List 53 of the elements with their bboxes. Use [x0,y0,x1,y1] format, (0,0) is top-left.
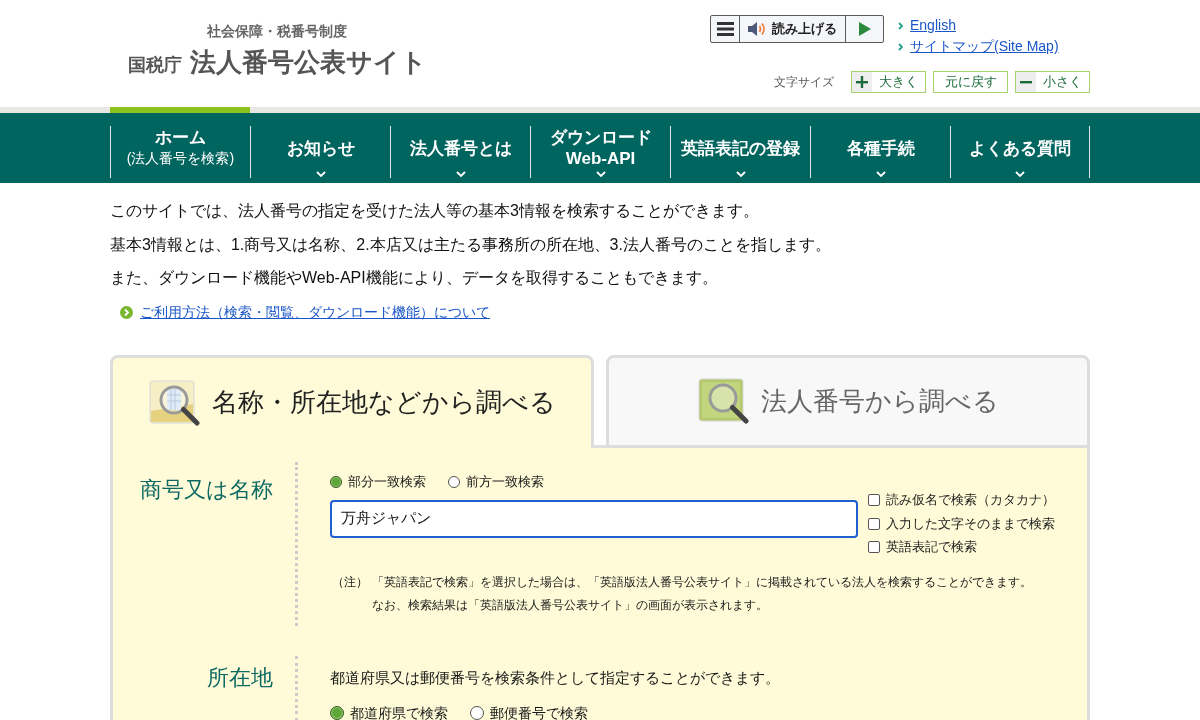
search-tab[interactable]: 名称・所在地などから調べる [110,354,594,448]
nav-link[interactable]: よくある質問 [950,126,1090,178]
chevron-right-icon [898,21,903,30]
font-size-button[interactable]: 大きく [851,71,926,93]
read-aloud-button[interactable]: 読み上げる [740,16,846,42]
chevron-right-icon [898,42,903,51]
menu-icon [716,22,734,36]
checkbox[interactable] [868,517,880,530]
field-label: 商号又は名称 [139,475,274,504]
checkbox-label[interactable]: 読み仮名で検索（カタカナ） [886,492,1055,509]
radio-label[interactable]: 部分一致検索 [348,473,426,490]
radio-button[interactable] [448,475,460,488]
intro-text: 基本3情報とは、1.商号又は名称、2.本店又は主たる事務所の所在地、3.法人番号のことを指します。 [110,234,832,255]
note-text: なお、検索結果は「英語版法人番号公表サイト」の画面が表示されます。 [372,597,769,614]
radio-button[interactable] [330,706,344,720]
radio-label[interactable]: 郵便番号で検索 [490,705,588,720]
tile-magnifier-icon [697,378,750,424]
intro-text: また、ダウンロード機能やWeb-API機能により、データを取得することもできます。 [110,268,719,288]
checkbox[interactable] [868,494,880,507]
speaker-icon [748,21,767,37]
note-marker: （注） [332,574,369,591]
checkbox-label[interactable]: 入力した文字そのままで検索 [886,515,1055,532]
site-title: 法人番号公表サイト [190,46,427,79]
field-description: 都道府県又は郵便番号を検索条件として指定することができます。 [330,668,781,688]
name-input-field[interactable]: 万舟ジャパン [330,499,858,538]
minus-icon [1016,72,1036,92]
note-text: 「英語表記で検索」を選択した場合は、「英語版法人番号公表サイト」に掲載されている法人を検索することができます。 [372,574,1032,591]
nav-link[interactable]: お知らせ [250,126,390,178]
arrow-circle-icon [120,306,133,319]
radio-button[interactable] [470,706,484,720]
radio-label[interactable]: 都道府県で検索 [350,705,448,720]
help-link[interactable]: ご利用方法（検索・閲覧、ダウンロード機能）について [140,302,490,323]
nav-link[interactable]: ダウンロード Web-API [530,126,670,178]
checkbox-label[interactable]: 英語表記で検索 [886,539,977,556]
logo-tagline: 社会保障・税番号制度 [207,23,347,41]
nav-link[interactable]: 各種手続 [810,126,950,178]
field-label: 所在地 [206,664,274,692]
nav-link[interactable]: 英語表記の登録 [670,126,810,178]
plus-icon [852,72,872,92]
header-link[interactable]: English [910,15,956,36]
font-size-button[interactable]: 元に戻す [933,71,1008,93]
font-size-label: 文字サイズ [774,74,834,91]
agency-name: 国税庁 [128,54,182,77]
search-tab[interactable]: 法人番号から調べる [606,354,1090,448]
intro-text: このサイトでは、法人番号の指定を受けた法人等の基本3情報を検索することができます。 [110,201,760,221]
font-size-button[interactable]: 小さく [1015,71,1090,93]
radio-label[interactable]: 前方一致検索 [466,473,544,490]
nav-link[interactable]: ホーム (法人番号を検索) [110,126,250,178]
play-icon [858,22,871,36]
nav-link[interactable]: 法人番号とは [390,126,530,178]
building-magnifier-icon [148,379,201,426]
header-link[interactable]: サイトマップ(Site Map) [910,36,1059,57]
checkbox[interactable] [868,541,880,554]
